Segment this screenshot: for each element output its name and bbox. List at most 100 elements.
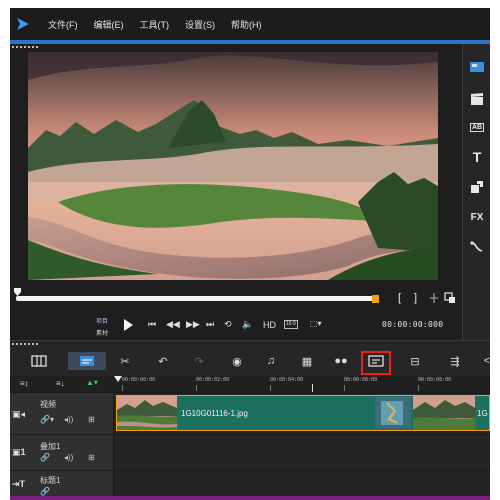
tools-icon[interactable]: ✂ [114, 353, 136, 369]
instant-project-button[interactable] [463, 88, 490, 110]
overlay-track: ▣1 叠加1 🔗 ◂)) ⊞ [10, 434, 490, 470]
graphics-button[interactable] [463, 176, 490, 198]
path-button[interactable] [463, 236, 490, 258]
mute-icon[interactable]: ◂)) [64, 415, 73, 424]
timeline-grip[interactable] [12, 343, 38, 345]
title-track-area[interactable] [114, 471, 490, 496]
ruler-label: 00:00:06:00 [344, 377, 378, 383]
mark-out-button[interactable]: ] [414, 292, 417, 304]
app-logo-icon[interactable] [16, 17, 30, 31]
media-library-button[interactable] [463, 56, 490, 78]
play-button[interactable] [124, 319, 133, 331]
link-icon[interactable]: 🔗 [40, 487, 50, 496]
track-name[interactable]: 标题1 [40, 475, 60, 486]
auto-music-icon[interactable]: ▦ [296, 353, 318, 369]
timeline-ruler[interactable]: ≡↕ ≡↓ ▲▾ 00:00:00:00 00:00:02:00 00:00:0… [10, 376, 490, 392]
scroll-right-icon[interactable]: < [476, 353, 490, 369]
track-header: ▣1 叠加1 🔗 ◂)) ⊞ [10, 435, 114, 470]
fx-icon: FX [470, 211, 484, 223]
track-header: ▣◂ 视频 🔗▾ ◂)) ⊞ [10, 393, 114, 434]
track-name[interactable]: 叠加1 [40, 441, 60, 452]
transition-button[interactable]: AB [463, 116, 490, 138]
record-capture-icon[interactable]: ◉ [226, 353, 248, 369]
menu-settings[interactable]: 设置(S) [185, 18, 215, 31]
menu-tools[interactable]: 工具(T) [140, 18, 170, 31]
ruler-label: 00:00:08:00 [418, 377, 452, 383]
undo-icon[interactable]: ↶ [152, 353, 174, 369]
track-name[interactable]: 视频 [40, 399, 56, 410]
track-manager-icon[interactable]: ≡↕ [20, 379, 29, 388]
project-mode-label[interactable]: 项目 [96, 316, 108, 325]
redo-icon[interactable]: ↷ [188, 353, 210, 369]
volume-icon[interactable]: 🔈 [242, 319, 253, 330]
mark-in-button[interactable]: [ [398, 292, 401, 304]
video-track-icon: ▣◂ [12, 409, 26, 419]
next-frame-icon[interactable]: ▶▶ [186, 319, 200, 330]
grid-icon[interactable]: ⊞ [88, 453, 95, 462]
storyboard-view-button[interactable] [28, 353, 50, 369]
ruler-label: 00:00:02:00 [196, 377, 230, 383]
track-header: ⇥T 标题1 🔗 [10, 471, 114, 496]
motion-tracking-icon[interactable]: ●● [330, 353, 352, 369]
title-track-icon: ⇥T [12, 479, 26, 489]
motion-path-icon [470, 241, 483, 252]
ruler-tick [122, 385, 123, 391]
aspect-ratio-dropdown[interactable]: 16:9 [284, 320, 298, 329]
ruler-tick [344, 385, 345, 391]
hd-preview-toggle[interactable]: HD [263, 320, 276, 330]
media-icon [470, 62, 484, 72]
filter-button[interactable]: FX [463, 206, 490, 228]
enable-ripple-icon[interactable]: ▲▾ [86, 378, 98, 387]
scrubber-track[interactable] [16, 296, 378, 301]
ruler-position-tick [312, 384, 313, 392]
ruler-tick [196, 385, 197, 391]
sound-mixer-icon[interactable]: ♫ [260, 353, 282, 369]
add-chapter-icon[interactable]: ≡↓ [56, 379, 65, 388]
overlay-track-icon: ▣1 [12, 447, 26, 457]
timeline-toolbar: ✂ ↶ ↷ ◉ ♫ ▦ ●● ⊟ ⇶ < [10, 340, 490, 376]
music-track-strip[interactable] [10, 496, 490, 500]
enlarge-preview-icon[interactable] [444, 292, 456, 304]
clapper-icon [471, 93, 483, 105]
next-clip-label: 1G [477, 409, 488, 418]
grid-icon[interactable]: ⊞ [88, 415, 95, 424]
split-icon[interactable] [428, 292, 440, 304]
scrubber-handle[interactable] [14, 288, 21, 296]
clip-thumbnail [375, 397, 411, 429]
clip-thumbnail [117, 396, 177, 430]
timeline-view-button[interactable] [68, 352, 106, 370]
split-screen-icon[interactable]: ⇶ [444, 353, 466, 369]
previous-frame-icon[interactable]: ◀◀ [166, 319, 180, 330]
go-to-end-icon[interactable]: ⏭ [206, 319, 214, 330]
menu-help[interactable]: 帮助(H) [231, 18, 262, 31]
panel-grip[interactable] [12, 46, 38, 48]
overlay-track-area[interactable] [114, 435, 490, 470]
clip-thumbnail [413, 396, 475, 430]
menu-bar: 文件(F) 编辑(E) 工具(T) 设置(S) 帮助(H) [10, 8, 490, 40]
link-icon[interactable]: 🔗▾ [40, 415, 54, 424]
crop-dropdown-icon[interactable]: ⬚▾ [310, 319, 322, 328]
title-icon: T [472, 149, 482, 165]
video-track-area[interactable]: 1G10G01116-1.jpg 1G [114, 393, 490, 434]
mute-icon[interactable]: ◂)) [64, 453, 73, 462]
preview-panel: [ ] 项目 素材 ⏮ ◀◀ ▶▶ ⏭ ⟲ 🔈 HD 16:9 ⬚▾ 00:00… [10, 44, 462, 340]
ruler-tick [418, 385, 419, 391]
go-to-start-icon[interactable]: ⏮ [148, 319, 156, 330]
link-icon[interactable]: 🔗 [40, 453, 50, 462]
menu-edit[interactable]: 编辑(E) [94, 18, 124, 31]
repeat-icon[interactable]: ⟲ [224, 319, 232, 330]
timecode-display[interactable]: 00:00:00:000 [382, 320, 443, 329]
video-clip[interactable]: 1G10G01116-1.jpg 1G [116, 395, 490, 431]
menu-file[interactable]: 文件(F) [48, 18, 78, 31]
video-editor-window: 文件(F) 编辑(E) 工具(T) 设置(S) 帮助(H) [] 项目 素材 … [10, 8, 490, 500]
transition-icon: AB [469, 122, 485, 132]
timeline-playhead[interactable] [114, 376, 122, 382]
multi-camera-icon[interactable]: ⊟ [404, 353, 426, 369]
storyboard-icon [31, 355, 47, 367]
graphics-icon [471, 181, 483, 193]
clip-mode-label[interactable]: 素材 [96, 328, 108, 337]
title-library-button[interactable]: T [463, 146, 490, 168]
subtitle-highlight-box [361, 351, 391, 375]
trim-marker-end[interactable] [372, 295, 379, 303]
timeline-view-icon [80, 356, 94, 366]
